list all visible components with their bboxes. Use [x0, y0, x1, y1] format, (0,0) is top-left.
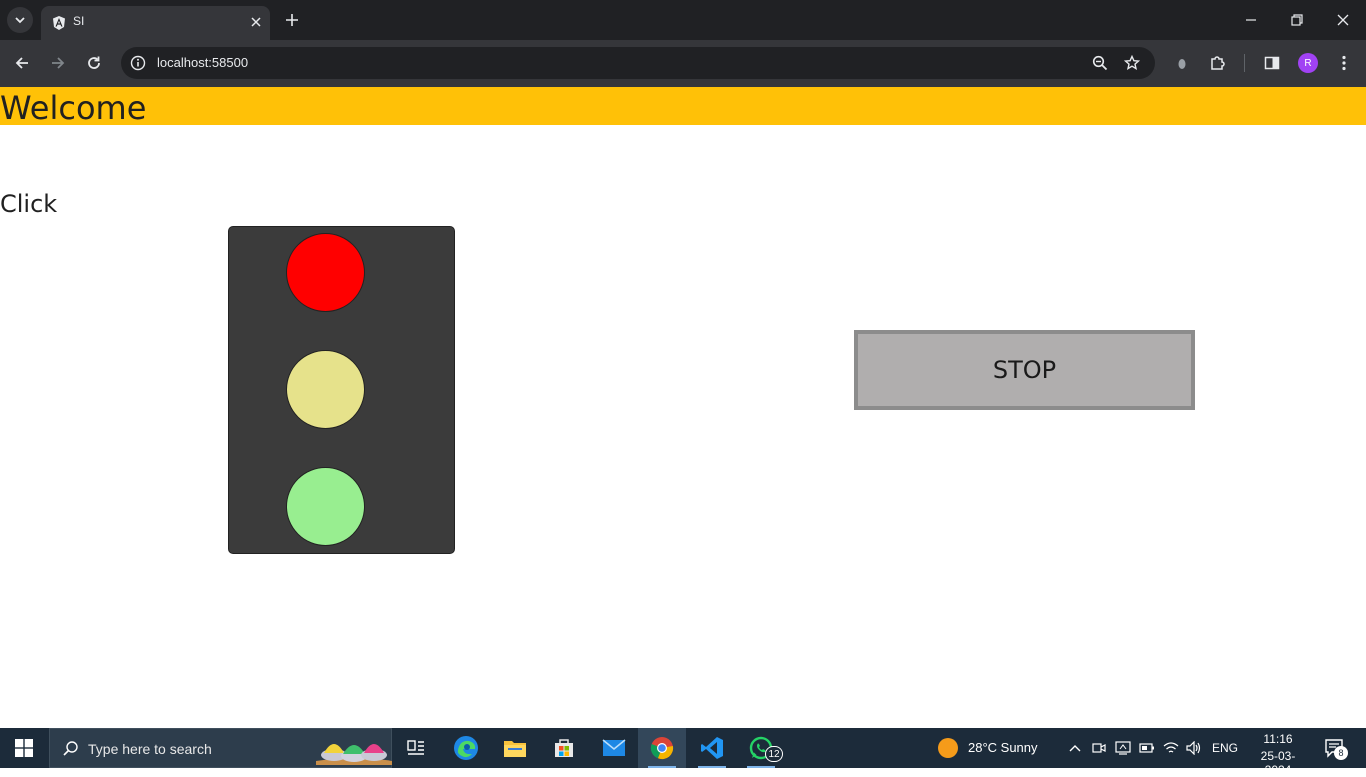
battery-icon [1139, 743, 1154, 753]
search-icon [63, 741, 78, 756]
device-icon [1115, 741, 1131, 755]
green-light[interactable] [286, 467, 365, 546]
vscode-icon [701, 737, 723, 759]
window-close-button[interactable] [1320, 0, 1366, 40]
red-light[interactable] [286, 233, 365, 312]
close-icon [1337, 14, 1349, 26]
battery-button[interactable] [1137, 738, 1157, 758]
file-explorer-app[interactable] [491, 728, 539, 768]
sun-icon[interactable] [938, 738, 958, 758]
side-panel-icon [1264, 56, 1280, 70]
wifi-icon [1163, 742, 1179, 753]
browser-tab[interactable]: SI [41, 6, 270, 40]
tab-close-button[interactable] [247, 13, 265, 31]
bookmark-button[interactable] [1123, 54, 1141, 72]
chevron-up-icon [1069, 745, 1081, 752]
chrome-app[interactable] [638, 728, 686, 768]
speaker-icon [1186, 741, 1201, 755]
notification-count-badge: 8 [1334, 746, 1348, 760]
search-placeholder: Type here to search [88, 741, 212, 757]
restore-icon [1291, 14, 1303, 26]
puzzle-icon [1211, 56, 1225, 70]
arrow-right-icon [52, 57, 65, 69]
yellow-light[interactable] [286, 350, 365, 429]
minimize-icon [1246, 19, 1256, 21]
address-bar[interactable]: localhost:58500 [121, 47, 1155, 79]
chevron-down-icon [15, 17, 25, 24]
zoom-out-icon [1092, 55, 1108, 71]
toolbar-divider [1244, 54, 1245, 72]
minimize-button[interactable] [1228, 0, 1274, 40]
plus-icon [286, 14, 298, 26]
device-tray-button[interactable] [1113, 738, 1133, 758]
browser-toolbar: localhost:58500 R [0, 40, 1366, 87]
close-icon [251, 17, 261, 27]
taskbar-search[interactable]: Type here to search [49, 728, 392, 768]
task-view-icon [407, 740, 424, 755]
click-label: Click [0, 190, 58, 218]
zoom-button[interactable] [1091, 54, 1109, 72]
whatsapp-unread-badge: 12 [765, 746, 783, 762]
extension-dot-icon [1178, 59, 1186, 69]
stop-button[interactable]: STOP [854, 330, 1195, 410]
page-header: Welcome [0, 87, 1366, 127]
clock-time[interactable]: 11:16 [1248, 732, 1308, 746]
reload-icon [88, 56, 100, 69]
mail-icon [602, 739, 626, 756]
edge-app[interactable] [442, 728, 490, 768]
back-button[interactable] [10, 51, 34, 75]
camera-icon [1092, 743, 1106, 753]
arrow-left-icon [15, 57, 28, 69]
microsoft-store-app[interactable] [540, 728, 588, 768]
page-title: Welcome [0, 89, 147, 127]
tab-title: SI [73, 14, 85, 28]
folder-icon [504, 741, 526, 757]
volume-button[interactable] [1184, 738, 1204, 758]
extensions-menu-button[interactable] [1208, 53, 1228, 73]
forward-button[interactable] [46, 51, 70, 75]
edge-icon [454, 736, 478, 760]
traffic-light [228, 226, 455, 554]
site-info-button[interactable] [129, 54, 147, 72]
side-panel-button[interactable] [1262, 53, 1282, 73]
url-text: localhost:58500 [157, 55, 249, 70]
task-view-button[interactable] [392, 728, 440, 768]
language-indicator[interactable]: ENG [1212, 741, 1238, 755]
windows-logo-icon [15, 739, 33, 757]
extension-button[interactable] [1172, 53, 1192, 73]
star-icon [1124, 55, 1140, 71]
clock-date[interactable]: 25-03-2024 [1248, 749, 1308, 777]
restore-button[interactable] [1274, 0, 1320, 40]
wifi-button[interactable] [1161, 738, 1181, 758]
show-hidden-icons-button[interactable] [1065, 738, 1085, 758]
angular-favicon-icon [53, 16, 65, 30]
taskbar: Type here to search 28°C Sunny ENG 11:16… [0, 728, 1366, 777]
browser-tab-bar: SI [0, 0, 1366, 40]
browser-menu-button[interactable] [1334, 53, 1354, 73]
weather-text[interactable]: 28°C Sunny [968, 740, 1038, 755]
meet-now-button[interactable] [1089, 738, 1109, 758]
info-icon [130, 55, 146, 71]
tab-search-button[interactable] [7, 7, 33, 33]
profile-avatar[interactable]: R [1298, 53, 1318, 73]
reload-button[interactable] [82, 51, 106, 75]
holi-colors-icon [316, 744, 392, 765]
kebab-menu-icon [1342, 55, 1346, 71]
vscode-app[interactable] [688, 728, 736, 768]
store-icon [555, 739, 573, 757]
chrome-icon [650, 737, 674, 760]
start-button[interactable] [0, 728, 48, 768]
new-tab-button[interactable] [282, 10, 302, 30]
mail-app[interactable] [590, 728, 638, 768]
